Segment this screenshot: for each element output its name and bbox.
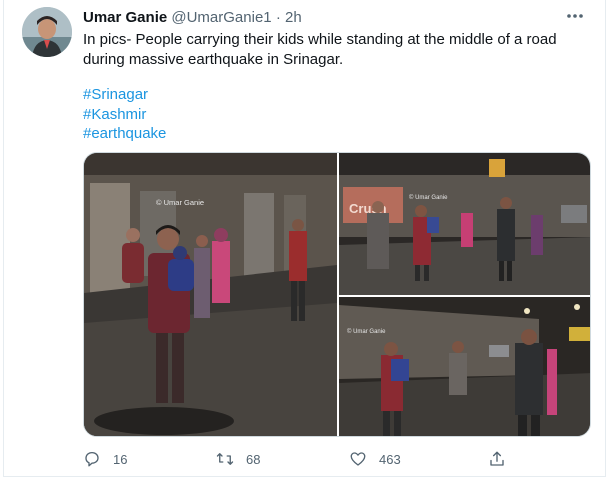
more-button[interactable]: [563, 6, 587, 26]
hashtags: #Srinagar #Kashmir #earthquake: [83, 85, 166, 144]
watermark-3: © Umar Ganie: [347, 328, 386, 335]
media-grid: © Umar Ganie Crush © Umar Ganie © Umar G…: [83, 152, 591, 437]
share-button[interactable]: [488, 446, 506, 472]
timestamp[interactable]: 2h: [285, 9, 302, 26]
more-icon: [567, 14, 583, 18]
reply-button[interactable]: 16: [83, 446, 127, 472]
tweet-card[interactable]: Umar Ganie @UmarGanie1 · 2h In pics- Peo…: [3, 0, 606, 477]
photo-1[interactable]: © Umar Ganie: [84, 153, 337, 436]
like-icon: [350, 452, 366, 466]
photo-2[interactable]: Crush © Umar Ganie: [339, 153, 590, 295]
separator: ·: [275, 9, 281, 26]
retweet-count: 68: [246, 451, 261, 467]
hashtag-srinagar[interactable]: #Srinagar: [83, 85, 166, 105]
author-handle[interactable]: @UmarGanie1: [171, 9, 271, 26]
like-button[interactable]: 463: [349, 446, 401, 472]
tweet-header: Umar Ganie @UmarGanie1 · 2h: [83, 9, 302, 27]
avatar[interactable]: [22, 7, 72, 57]
retweet-icon: [216, 453, 234, 465]
watermark-1: © Umar Ganie: [156, 198, 204, 207]
hashtag-earthquake[interactable]: #earthquake: [83, 124, 166, 144]
reply-icon: [85, 451, 99, 467]
share-icon: [490, 451, 504, 466]
tweet-text: In pics- People carrying their kids whil…: [83, 31, 557, 68]
hashtag-kashmir[interactable]: #Kashmir: [83, 105, 166, 125]
like-count: 463: [379, 451, 401, 467]
retweet-button[interactable]: 68: [216, 446, 260, 472]
photo-3[interactable]: © Umar Ganie: [339, 297, 590, 436]
reply-count: 16: [113, 451, 128, 467]
action-bar: 16 68 463: [83, 446, 583, 472]
author-name[interactable]: Umar Ganie: [83, 9, 167, 26]
watermark-2: © Umar Ganie: [409, 194, 448, 201]
